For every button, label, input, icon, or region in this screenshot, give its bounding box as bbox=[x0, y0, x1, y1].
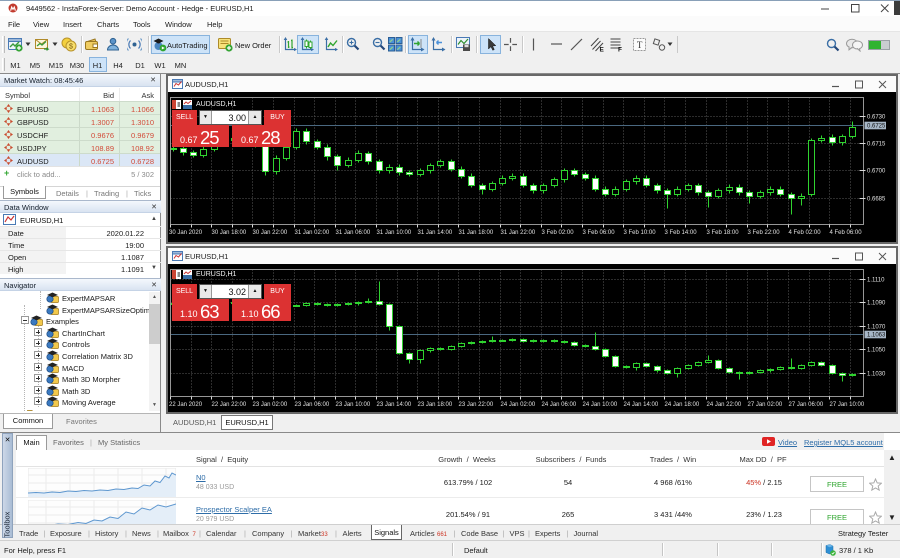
svg-text:4 Feb 06:00: 4 Feb 06:00 bbox=[830, 230, 863, 236]
svg-text:1.1050: 1.1050 bbox=[867, 348, 886, 354]
svg-text:27 Jan 06:00: 27 Jan 06:00 bbox=[789, 402, 824, 408]
svg-text:24 Jan 18:00: 24 Jan 18:00 bbox=[665, 402, 700, 408]
svg-text:1.1090: 1.1090 bbox=[867, 301, 886, 307]
svg-text:3 Feb 10:00: 3 Feb 10:00 bbox=[624, 230, 657, 236]
svg-text:23 Jan 10:00: 23 Jan 10:00 bbox=[336, 402, 371, 408]
svg-text:31 Jan 18:00: 31 Jan 18:00 bbox=[459, 230, 494, 236]
svg-text:3 Feb 18:00: 3 Feb 18:00 bbox=[707, 230, 740, 236]
svg-text:22 Jan 22:00: 22 Jan 22:00 bbox=[212, 402, 247, 408]
svg-text:3 Feb 06:00: 3 Feb 06:00 bbox=[583, 230, 616, 236]
svg-text:1.1110: 1.1110 bbox=[867, 278, 885, 284]
svg-text:1.1070: 1.1070 bbox=[867, 325, 886, 331]
svg-text:F: F bbox=[618, 47, 622, 53]
svg-text:T: T bbox=[637, 40, 643, 50]
svg-text:24 Jan 22:00: 24 Jan 22:00 bbox=[707, 402, 742, 408]
svg-text:0.6725: 0.6725 bbox=[867, 124, 886, 130]
svg-text:$: $ bbox=[69, 44, 73, 51]
svg-text:31 Jan 02:00: 31 Jan 02:00 bbox=[295, 230, 330, 236]
svg-text:0.6730: 0.6730 bbox=[867, 115, 886, 121]
svg-text:1.1030: 1.1030 bbox=[867, 372, 886, 378]
svg-text:24 Jan 10:00: 24 Jan 10:00 bbox=[583, 402, 618, 408]
svg-text:24 Jan 14:00: 24 Jan 14:00 bbox=[624, 402, 659, 408]
svg-text:30 Jan 2020: 30 Jan 2020 bbox=[169, 230, 203, 236]
svg-text:27 Jan 02:00: 27 Jan 02:00 bbox=[748, 402, 783, 408]
svg-text:4 Feb 02:00: 4 Feb 02:00 bbox=[789, 230, 822, 236]
svg-text:23 Jan 14:00: 23 Jan 14:00 bbox=[377, 402, 412, 408]
svg-text:22 Jan 2020: 22 Jan 2020 bbox=[169, 402, 203, 408]
svg-text:31 Jan 14:00: 31 Jan 14:00 bbox=[418, 230, 453, 236]
svg-text:23 Jan 06:00: 23 Jan 06:00 bbox=[295, 402, 330, 408]
svg-text:23 Jan 02:00: 23 Jan 02:00 bbox=[253, 402, 288, 408]
svg-text:E: E bbox=[600, 47, 605, 53]
svg-text:31 Jan 10:00: 31 Jan 10:00 bbox=[377, 230, 412, 236]
svg-text:3 Feb 02:00: 3 Feb 02:00 bbox=[542, 230, 575, 236]
svg-text:0.6715: 0.6715 bbox=[867, 142, 886, 148]
svg-text:3 Feb 22:00: 3 Feb 22:00 bbox=[748, 230, 781, 236]
svg-text:31 Jan 06:00: 31 Jan 06:00 bbox=[336, 230, 371, 236]
svg-text:23 Jan 22:00: 23 Jan 22:00 bbox=[459, 402, 494, 408]
svg-text:30 Jan 22:00: 30 Jan 22:00 bbox=[253, 230, 288, 236]
svg-text:24 Jan 06:00: 24 Jan 06:00 bbox=[542, 402, 577, 408]
svg-text:24 Jan 02:00: 24 Jan 02:00 bbox=[501, 402, 536, 408]
svg-text:27 Jan 10:00: 27 Jan 10:00 bbox=[830, 402, 865, 408]
svg-text:0.6700: 0.6700 bbox=[867, 169, 886, 175]
svg-text:0.6685: 0.6685 bbox=[867, 197, 886, 203]
svg-text:23 Jan 18:00: 23 Jan 18:00 bbox=[418, 402, 453, 408]
svg-text:30 Jan 18:00: 30 Jan 18:00 bbox=[212, 230, 247, 236]
svg-text:31 Jan 22:00: 31 Jan 22:00 bbox=[501, 230, 536, 236]
svg-text:3 Feb 14:00: 3 Feb 14:00 bbox=[665, 230, 698, 236]
svg-text:1.1063: 1.1063 bbox=[867, 333, 886, 339]
